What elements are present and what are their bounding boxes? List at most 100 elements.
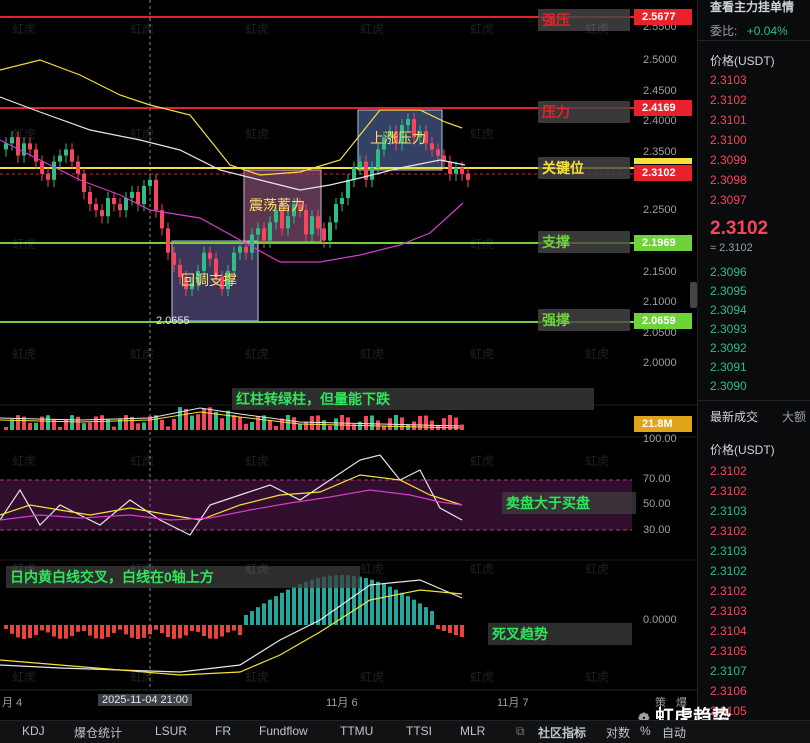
bid-row[interactable]: 2.3090 bbox=[710, 379, 747, 393]
indicator-tab[interactable]: TTMU bbox=[340, 724, 373, 738]
trade-row[interactable]: 2.3104 bbox=[710, 624, 747, 638]
candle-body bbox=[436, 149, 440, 156]
candle-body bbox=[70, 149, 74, 162]
trade-row[interactable]: 2.3102 bbox=[710, 584, 747, 598]
candle-body bbox=[244, 246, 248, 253]
watermark-text: 虹虎 bbox=[470, 127, 495, 141]
bid-row[interactable]: 2.3096 bbox=[710, 265, 747, 279]
candle-body bbox=[118, 204, 122, 211]
trade-row[interactable]: 2.3102 bbox=[710, 484, 747, 498]
volume-bar bbox=[328, 425, 332, 430]
candle-body bbox=[316, 216, 320, 229]
ask-row[interactable]: 2.3103 bbox=[710, 73, 747, 87]
macd-bar bbox=[286, 589, 290, 625]
volume-bar bbox=[172, 418, 176, 430]
indicator-tab[interactable]: LSUR bbox=[155, 724, 187, 738]
watermark-text: 虹虎 bbox=[470, 237, 495, 251]
log-scale-toggle[interactable]: 对数 bbox=[606, 724, 630, 741]
community-indicators-tab[interactable]: 社区指标 bbox=[538, 724, 586, 741]
price-axis-tick: 2.0000 bbox=[643, 357, 677, 369]
indicator-tab[interactable]: TTSI bbox=[406, 724, 432, 738]
bid-row[interactable]: 2.3091 bbox=[710, 360, 747, 374]
trade-row[interactable]: 2.3105 bbox=[710, 644, 747, 658]
candle-body bbox=[160, 210, 164, 229]
kdj-tick-100: 100.00 bbox=[643, 433, 677, 445]
trade-row[interactable]: 2.3102 bbox=[710, 524, 747, 538]
volume-bar bbox=[124, 415, 128, 430]
volume-bar bbox=[238, 417, 242, 430]
resistance-label: 压力 bbox=[538, 101, 630, 123]
trade-row[interactable]: 2.3102 bbox=[710, 464, 747, 478]
indicator-tab[interactable]: FR bbox=[215, 724, 231, 738]
macd-bar bbox=[178, 625, 182, 639]
panel-collapse-handle[interactable] bbox=[690, 282, 697, 308]
indicator-tab[interactable]: KDJ bbox=[22, 724, 45, 738]
watermark-text: 虹虎 bbox=[12, 347, 37, 361]
indicator-tab-bar: KDJ 爆仓统计 LSUR FR Fundflow TTMU TTSI MLR ⧉ 社区指标 … bbox=[0, 720, 810, 743]
watermark-text: 虹虎 bbox=[360, 347, 385, 361]
watermark-text: 虹虎 bbox=[12, 22, 37, 36]
watermark-text: 虹虎 bbox=[470, 22, 495, 36]
auto-scale-toggle[interactable]: 自动 bbox=[662, 724, 686, 741]
volume-tag: 21.8M bbox=[634, 416, 692, 432]
bid-row[interactable]: 2.3092 bbox=[710, 341, 747, 355]
bid-row[interactable]: 2.3094 bbox=[710, 303, 747, 317]
bid-row[interactable]: 2.3095 bbox=[710, 284, 747, 298]
trade-row[interactable]: 2.3106 bbox=[710, 684, 747, 698]
macd-bar bbox=[412, 599, 416, 625]
macd-bar bbox=[214, 625, 218, 639]
trade-row[interactable]: 2.3103 bbox=[710, 604, 747, 618]
ask-row[interactable]: 2.3097 bbox=[710, 193, 747, 207]
watermark-text: 虹虎 bbox=[585, 22, 610, 36]
indicator-tab[interactable]: 爆仓统计 bbox=[74, 724, 122, 741]
volume-bar bbox=[34, 422, 38, 430]
volume-annotation: 红柱转绿柱，但量能下跌 bbox=[232, 388, 594, 410]
macd-bar bbox=[202, 625, 206, 637]
trade-row[interactable]: 2.3103 bbox=[710, 544, 747, 558]
candle-body bbox=[124, 198, 128, 211]
ask-row[interactable]: 2.3102 bbox=[710, 93, 747, 107]
trades-tab-latest[interactable]: 最新成交 bbox=[710, 408, 758, 425]
volume-bar bbox=[136, 423, 140, 430]
kdj-annotation: 卖盘大于买盘 bbox=[502, 492, 636, 514]
volume-bar bbox=[424, 415, 428, 430]
indicator-tab[interactable]: Fundflow bbox=[259, 724, 308, 738]
macd-bar bbox=[136, 625, 140, 639]
candle-body bbox=[82, 173, 86, 192]
trade-row[interactable]: 2.3103 bbox=[710, 504, 747, 518]
percent-toggle[interactable]: % bbox=[640, 724, 651, 738]
volume-bar bbox=[226, 410, 230, 430]
macd-bar bbox=[130, 625, 134, 638]
candle-body bbox=[64, 149, 68, 156]
key-level-bar bbox=[634, 158, 692, 164]
macd-bar bbox=[190, 625, 194, 632]
indicator-tab[interactable]: MLR bbox=[460, 724, 485, 738]
volume-bar bbox=[160, 419, 164, 430]
ask-row[interactable]: 2.3101 bbox=[710, 113, 747, 127]
volume-bar bbox=[100, 415, 104, 430]
bid-row[interactable]: 2.3093 bbox=[710, 322, 747, 336]
candle-body bbox=[52, 161, 56, 180]
chevron-right-icon[interactable]: ⧉ bbox=[516, 724, 525, 739]
order-book-title[interactable]: 查看主力挂单情 bbox=[710, 0, 794, 15]
watermark-text: 虹虎 bbox=[585, 670, 610, 684]
trade-row[interactable]: 2.3102 bbox=[710, 564, 747, 578]
macd-bar bbox=[436, 625, 440, 629]
time-tick-2: 11月 6 bbox=[326, 697, 358, 709]
macd-bar bbox=[118, 625, 122, 630]
candle-body bbox=[430, 143, 434, 150]
macd-bar bbox=[16, 625, 20, 638]
watermark-text: 虹虎 bbox=[470, 347, 495, 361]
ask-row[interactable]: 2.3098 bbox=[710, 173, 747, 187]
price-axis-tick: 2.2500 bbox=[643, 204, 677, 216]
candle-body bbox=[232, 252, 236, 271]
ask-row[interactable]: 2.3100 bbox=[710, 133, 747, 147]
macd-bar bbox=[22, 625, 26, 639]
ask-row[interactable]: 2.3099 bbox=[710, 153, 747, 167]
trade-row[interactable]: 2.3107 bbox=[710, 664, 747, 678]
watermark-text: 虹虎 bbox=[130, 562, 155, 576]
macd-bar bbox=[238, 625, 242, 636]
chart-area[interactable]: 2.55002.50002.45002.40002.35002.25002.20… bbox=[0, 0, 697, 720]
pullback-box-label: 回调支撑 bbox=[181, 272, 237, 288]
trades-tab-large[interactable]: 大额 bbox=[782, 408, 806, 425]
